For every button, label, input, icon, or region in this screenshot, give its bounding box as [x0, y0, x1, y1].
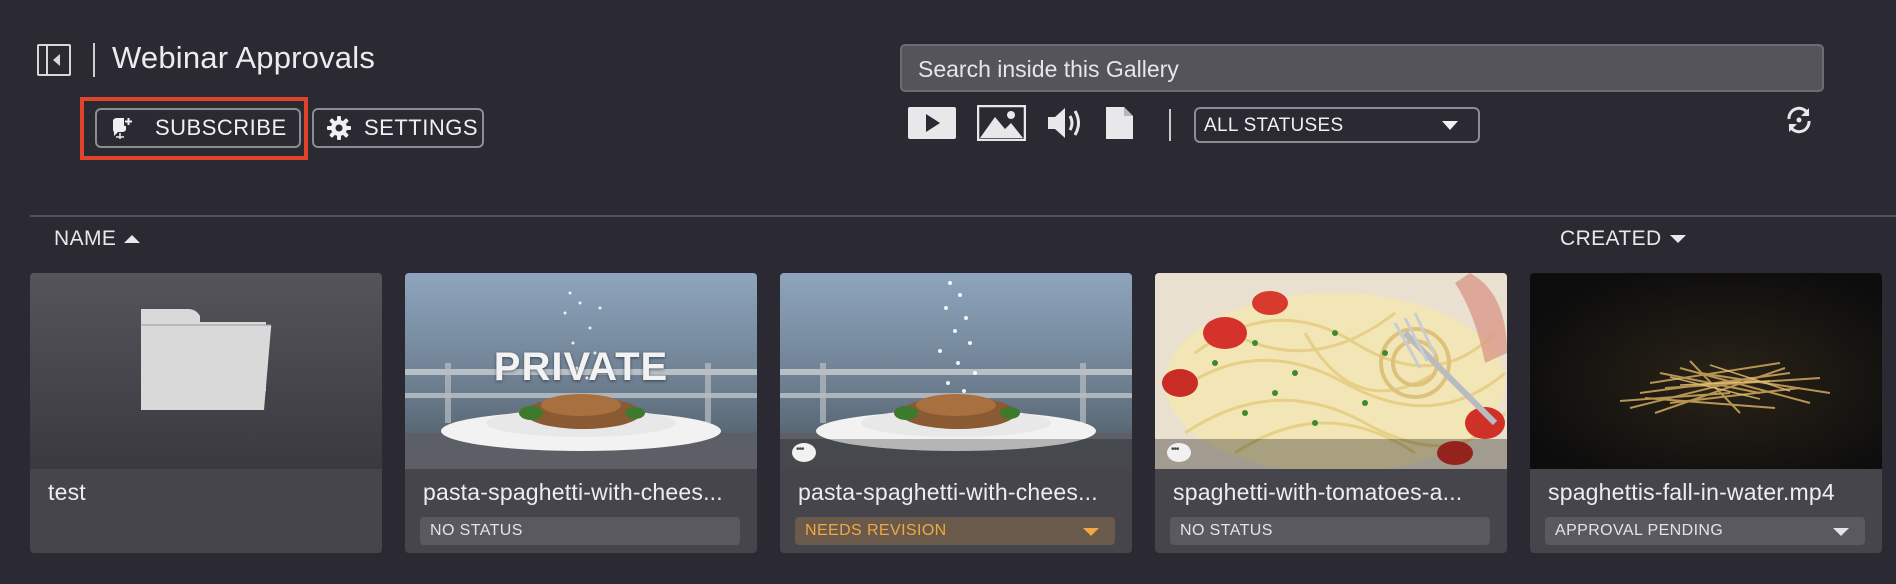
chevron-down-icon [1442, 121, 1458, 130]
video-thumbnail: PRIVATE [405, 273, 757, 469]
page-title: Webinar Approvals [112, 40, 376, 75]
gear-icon [326, 115, 352, 141]
video-icon[interactable] [908, 105, 956, 141]
gallery-card-video[interactable]: pasta-spaghetti-with-chees... NEEDS REVI… [780, 273, 1132, 553]
card-name: test [48, 479, 86, 505]
comment-icon[interactable] [792, 443, 816, 462]
video-thumbnail [780, 273, 1132, 469]
image-icon[interactable] [977, 105, 1026, 141]
refresh-icon[interactable] [1784, 105, 1814, 140]
settings-label: SETTINGS [364, 115, 479, 140]
status-filter-value: ALL STATUSES [1204, 115, 1344, 136]
status-badge: NO STATUS [420, 517, 740, 545]
image-thumbnail [1155, 273, 1507, 469]
subscribe-label: SUBSCRIBE [155, 115, 287, 140]
video-thumbnail [1530, 273, 1882, 469]
status-filter-select[interactable]: ALL STATUSES [1194, 107, 1480, 143]
card-name: spaghettis-fall-in-water.mp4 [1548, 479, 1835, 505]
status-label: APPROVAL PENDING [1555, 522, 1724, 539]
status-label: NO STATUS [430, 522, 523, 539]
sort-by-created[interactable]: CREATED [1560, 227, 1686, 251]
status-label: NEEDS REVISION [805, 522, 947, 539]
status-dropdown[interactable]: APPROVAL PENDING [1545, 517, 1865, 545]
subscribe-icon [109, 115, 135, 141]
sort-asc-icon [124, 235, 141, 243]
comment-icon[interactable] [1167, 443, 1191, 462]
sort-by-name[interactable]: NAME [54, 227, 141, 251]
audio-icon[interactable] [1046, 105, 1086, 141]
status-label: NO STATUS [1180, 522, 1273, 539]
private-overlay: PRIVATE [493, 345, 669, 389]
gallery-card-folder[interactable]: test [30, 273, 382, 553]
settings-button[interactable]: SETTINGS [312, 108, 484, 148]
document-icon[interactable] [1106, 105, 1134, 141]
sort-created-label: CREATED [1560, 227, 1662, 250]
card-name: pasta-spaghetti-with-chees... [423, 479, 723, 505]
title-divider [93, 43, 95, 77]
card-name: spaghetti-with-tomatoes-a... [1173, 479, 1463, 505]
gallery-card-image[interactable]: spaghetti-with-tomatoes-a... NO STATUS [1155, 273, 1507, 553]
gallery-card-video[interactable]: PRIVATE pasta-spaghetti-with-chees... NO… [405, 273, 757, 553]
sidebar-toggle-icon[interactable] [37, 44, 71, 76]
status-dropdown[interactable]: NEEDS REVISION [795, 517, 1115, 545]
chevron-down-icon [1833, 528, 1849, 536]
sort-name-label: NAME [54, 227, 117, 250]
status-badge: NO STATUS [1170, 517, 1490, 545]
folder-thumbnail [30, 273, 382, 469]
gallery-search-input[interactable]: Search inside this Gallery [900, 44, 1824, 92]
card-name: pasta-spaghetti-with-chees... [798, 479, 1098, 505]
chevron-down-icon [1083, 528, 1099, 536]
sort-desc-icon [1669, 235, 1686, 243]
subscribe-button[interactable]: SUBSCRIBE [95, 108, 301, 148]
gallery-card-video[interactable]: spaghettis-fall-in-water.mp4 APPROVAL PE… [1530, 273, 1882, 553]
search-placeholder: Search inside this Gallery [918, 56, 1179, 82]
folder-icon [141, 309, 272, 410]
filter-divider [1169, 109, 1171, 141]
header-divider [30, 215, 1896, 217]
